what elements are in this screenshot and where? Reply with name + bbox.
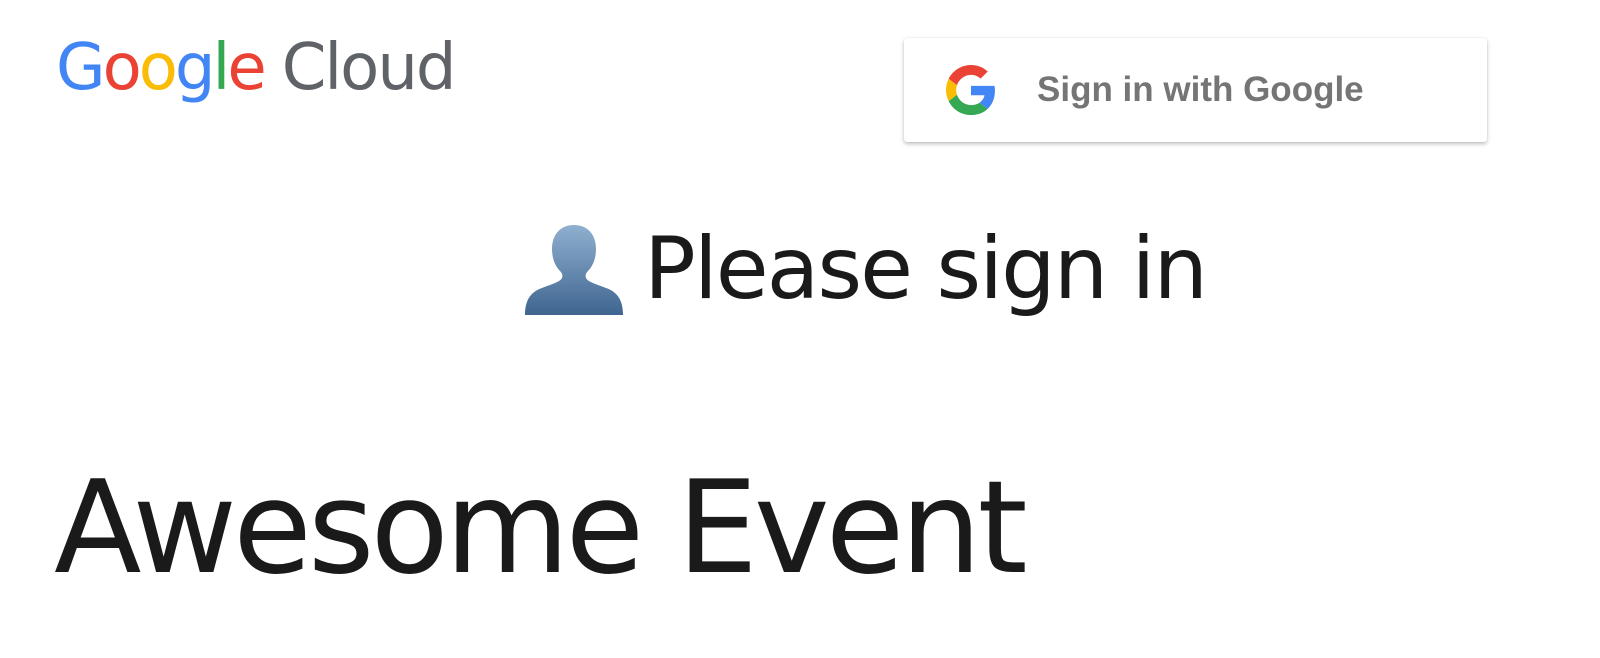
sign-in-button-label: Sign in with Google [1037,70,1364,109]
logo-letter: G [56,31,106,105]
logo-letter: e [227,31,266,105]
sign-in-with-google-button[interactable]: Sign in with Google [904,38,1487,142]
event-title: Awesome Event [54,454,1028,603]
user-silhouette-icon [525,225,623,315]
logo-letter: l [212,31,231,105]
google-cloud-logo: Google Cloud [56,26,457,110]
logo-product-name: Cloud [281,31,457,105]
logo-letter: o [102,31,142,105]
google-g-icon [946,65,995,115]
logo-letter: o [138,31,178,105]
sign-in-prompt-text: Please sign in [644,219,1208,319]
logo-letter: g [174,31,216,105]
sign-in-prompt: Please sign in [522,214,1208,324]
google-wordmark: Google [56,26,267,110]
